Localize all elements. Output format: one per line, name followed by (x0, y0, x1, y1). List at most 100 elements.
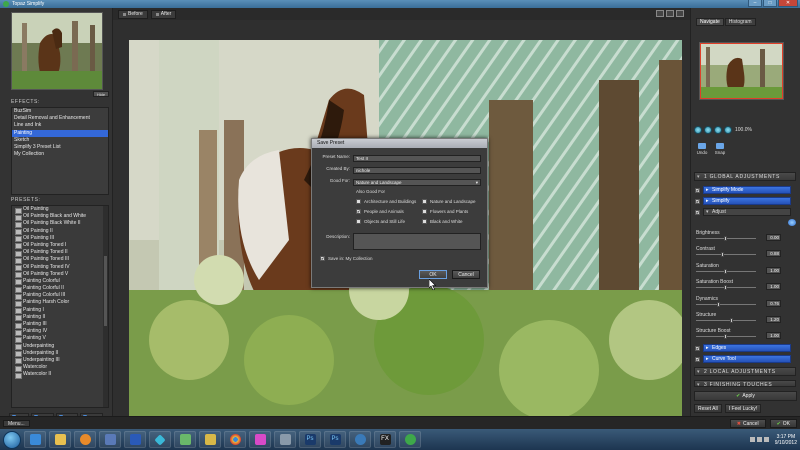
slider-knob[interactable] (724, 236, 727, 241)
preset-item[interactable]: Oil Painting III (12, 235, 108, 243)
taskbar-fx-icon[interactable]: FX (374, 431, 396, 448)
menu-button[interactable]: Menu... (3, 420, 30, 427)
taskbar-photoshop-2-icon[interactable]: Ps (324, 431, 346, 448)
taskbar-checkmark-icon[interactable] (124, 431, 146, 448)
preset-item[interactable]: Painting I (12, 307, 108, 315)
main-ok-button[interactable]: ✔ OK (769, 419, 797, 428)
taskbar-app-icon[interactable] (99, 431, 121, 448)
save-in-checkbox[interactable]: ✔ Save in: My Collection (320, 256, 373, 261)
zoom-out-icon[interactable] (704, 126, 712, 134)
preset-item[interactable]: Underpainting II (12, 350, 108, 358)
preset-item[interactable]: Underpainting III (12, 357, 108, 365)
taskbar-snowflake-icon[interactable] (349, 431, 371, 448)
taskbar-photoshop-icon[interactable]: Ps (299, 431, 321, 448)
slider-knob[interactable] (724, 268, 727, 274)
preset-item[interactable]: Painting Colorful II (12, 285, 108, 293)
description-input[interactable] (353, 233, 481, 250)
preset-item[interactable]: Painting IV (12, 328, 108, 336)
category-checkbox[interactable]: Nature and Landscape (422, 199, 476, 204)
preset-item[interactable]: Painting Colorful (12, 278, 108, 286)
dialog-cancel-button[interactable]: Cancel (452, 270, 480, 279)
taskbar-display-icon[interactable] (274, 431, 296, 448)
reset-adjust-icon[interactable] (788, 219, 796, 226)
snap-button[interactable]: Snap (712, 143, 728, 155)
slider-value-input[interactable]: 1.00 (766, 266, 781, 274)
hide-thumbnail-button[interactable]: Hide (93, 91, 109, 97)
dual-view-icon[interactable] (676, 10, 684, 17)
category-checkbox[interactable]: Objects and Still Life (356, 219, 405, 224)
feel-lucky-button[interactable]: I Feel Lucky! (724, 404, 762, 413)
preset-item[interactable]: Watercolor (12, 364, 108, 372)
tray-flag-icon[interactable] (749, 437, 755, 442)
tray-network-icon[interactable] (756, 437, 762, 442)
edges-toggle[interactable]: ✔ (695, 346, 700, 351)
category-checkbox[interactable]: Black and White (422, 219, 463, 224)
taskbar-chrome-icon[interactable] (224, 431, 246, 448)
slider-knob[interactable] (730, 318, 733, 323)
slider-knob[interactable] (724, 285, 727, 291)
adjust-section[interactable]: Adjust (703, 208, 791, 216)
taskbar-picture-icon[interactable] (174, 431, 196, 448)
simplify-toggle[interactable]: ✔ (695, 199, 700, 204)
effect-item[interactable]: My Collection (12, 151, 108, 158)
category-checkbox[interactable]: Flowers and Plants (422, 209, 468, 214)
taskbar-folder-icon[interactable] (199, 431, 221, 448)
slider-knob[interactable] (716, 301, 720, 307)
slider-track[interactable] (696, 303, 756, 305)
created-by-input[interactable]: nichole (353, 167, 481, 174)
simplify-mode-toggle[interactable]: ✔ (695, 188, 700, 193)
dialog-ok-button[interactable]: OK (419, 270, 447, 279)
preset-item[interactable]: Oil Painting Toned III (12, 256, 108, 265)
slider-knob[interactable] (724, 334, 727, 340)
preset-item[interactable]: Watercolor II (12, 371, 108, 380)
adjust-toggle[interactable]: ✔ (695, 210, 700, 215)
start-button-icon[interactable] (3, 430, 21, 449)
single-view-icon[interactable] (656, 10, 664, 17)
preset-item[interactable]: Oil Painting (12, 206, 108, 214)
effect-item[interactable]: Painting (12, 129, 108, 137)
preset-name-input[interactable]: Test II (353, 155, 481, 162)
preset-item[interactable]: Oil Painting II (12, 228, 108, 236)
zoom-100-icon[interactable] (724, 126, 732, 134)
slider-track[interactable] (696, 320, 756, 321)
taskbar-media-icon[interactable] (74, 431, 96, 448)
taskbar-diamond-icon[interactable] (149, 431, 171, 448)
undo-button[interactable]: Undo (694, 143, 710, 155)
split-view-icon[interactable] (666, 10, 674, 17)
reset-all-button[interactable]: Reset All (694, 404, 722, 413)
presets-scrollbar[interactable] (103, 206, 108, 407)
preset-item[interactable]: Oil Painting Black and White (12, 213, 108, 221)
navigator-viewport-box[interactable] (700, 43, 783, 99)
taskbar-simplify-icon[interactable] (399, 431, 421, 448)
preset-item[interactable]: Oil Painting Black White II (12, 220, 108, 229)
effect-item[interactable]: Sketch (12, 137, 108, 144)
good-for-select[interactable]: Nature and Landscape ▾ (353, 179, 481, 186)
tab-before[interactable]: Before (118, 9, 148, 19)
slider-value-input[interactable]: 0.88 (766, 250, 781, 258)
tab-navigate[interactable]: Navigate (696, 18, 724, 26)
simplify-section[interactable]: Simplify (703, 197, 791, 205)
preset-item[interactable]: Painting Harsh Color (12, 299, 108, 308)
curve-tool-toggle[interactable]: ✔ (695, 357, 700, 362)
preset-item[interactable]: Oil Painting Toned V (12, 271, 108, 279)
presets-scroll-thumb[interactable] (104, 256, 107, 326)
system-clock[interactable]: 3:17 PM 9/10/2012 (775, 434, 797, 446)
slider-value-input[interactable]: 0.00 (766, 234, 781, 241)
taskbar-ie-icon[interactable] (24, 431, 46, 448)
curve-tool-section[interactable]: Curve Tool (703, 355, 791, 363)
preset-item[interactable]: Painting II (12, 314, 108, 322)
close-button[interactable]: ✕ (778, 0, 798, 7)
slider-knob[interactable] (721, 252, 724, 258)
tab-after[interactable]: After (150, 9, 177, 19)
slider-value-input[interactable]: 1.00 (766, 332, 781, 340)
effect-item[interactable]: BuzSim (12, 108, 108, 115)
tray-volume-icon[interactable] (763, 437, 769, 442)
preset-item[interactable]: Oil Painting Toned IV (12, 264, 108, 272)
category-checkbox[interactable]: ✔ People and Animals (356, 209, 404, 214)
global-adjustments-header[interactable]: 1 GLOBAL ADJUSTMENTS (694, 172, 796, 181)
effect-item[interactable]: Line and Ink (12, 122, 108, 129)
tab-histogram[interactable]: Histogram (724, 18, 756, 26)
preset-item[interactable]: Underpainting (12, 343, 108, 351)
simplify-mode-section[interactable]: Simplify Mode (703, 186, 791, 194)
finishing-touches-header[interactable]: 3 FINISHING TOUCHES (694, 380, 796, 387)
